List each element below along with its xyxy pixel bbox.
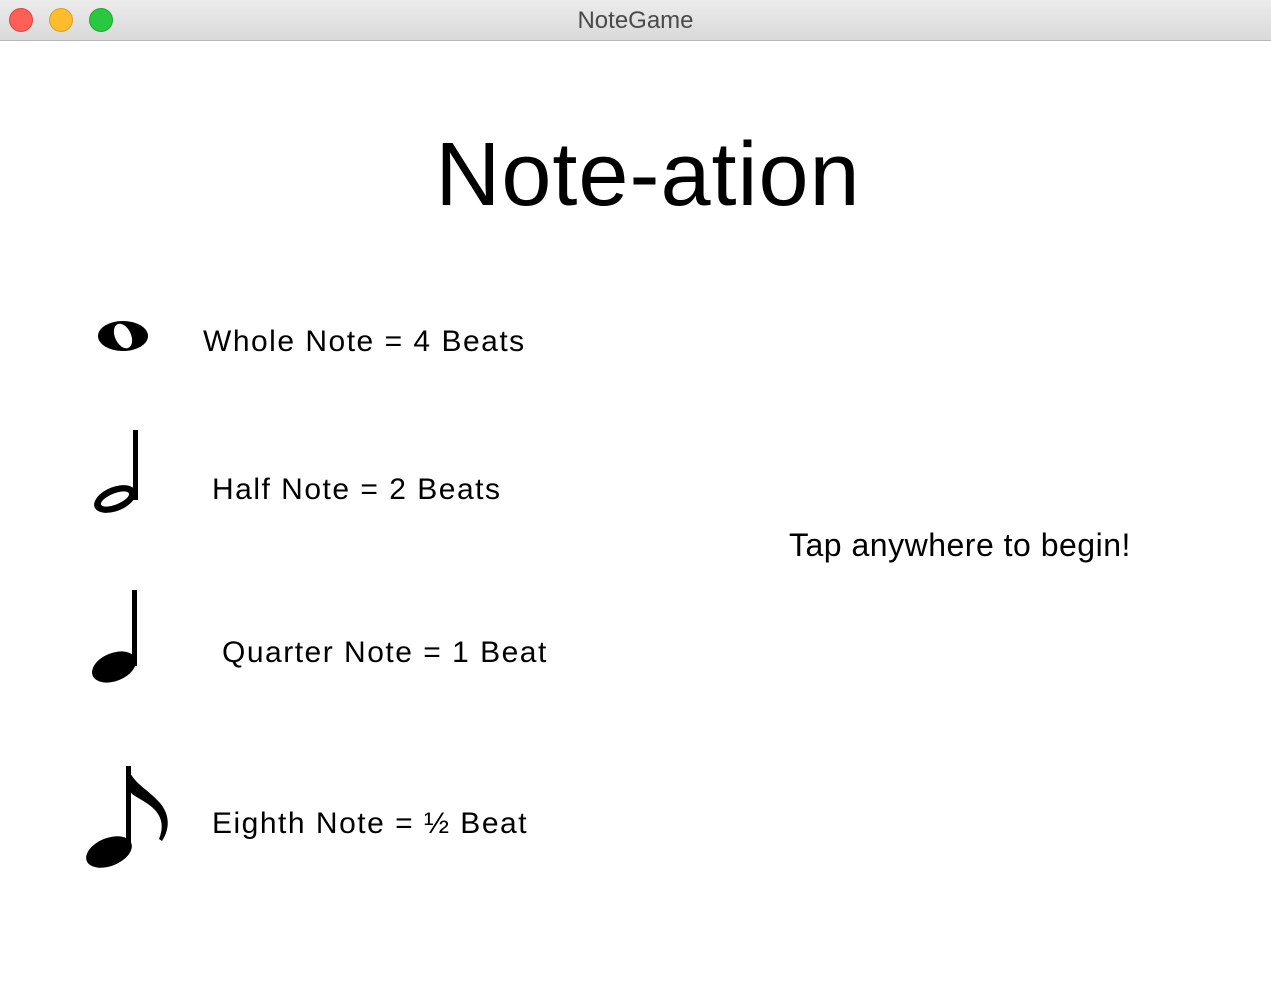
quarter-note-icon: [92, 590, 137, 683]
window-title: NoteGame: [577, 7, 694, 34]
whole-note-icon: [98, 321, 148, 351]
whole-note-label: Whole Note = 4 Beats: [203, 325, 526, 358]
app-window[interactable]: NoteGame Note-ation Whole Note = 4 Beats…: [0, 0, 1271, 1001]
half-note-label: Half Note = 2 Beats: [212, 473, 502, 506]
half-note-icon: [94, 430, 138, 513]
eighth-note-label: Eighth Note = ½ Beat: [212, 807, 529, 840]
title-bar[interactable]: NoteGame: [0, 0, 1271, 41]
game-canvas[interactable]: Note-ation Whole Note = 4 Beats Half Not…: [0, 41, 1271, 1001]
app-title: Note-ation: [435, 125, 861, 225]
quarter-note-label: Quarter Note = 1 Beat: [222, 636, 548, 669]
tap-to-begin-prompt: Tap anywhere to begin!: [789, 527, 1131, 563]
eighth-note-icon: [86, 766, 168, 868]
